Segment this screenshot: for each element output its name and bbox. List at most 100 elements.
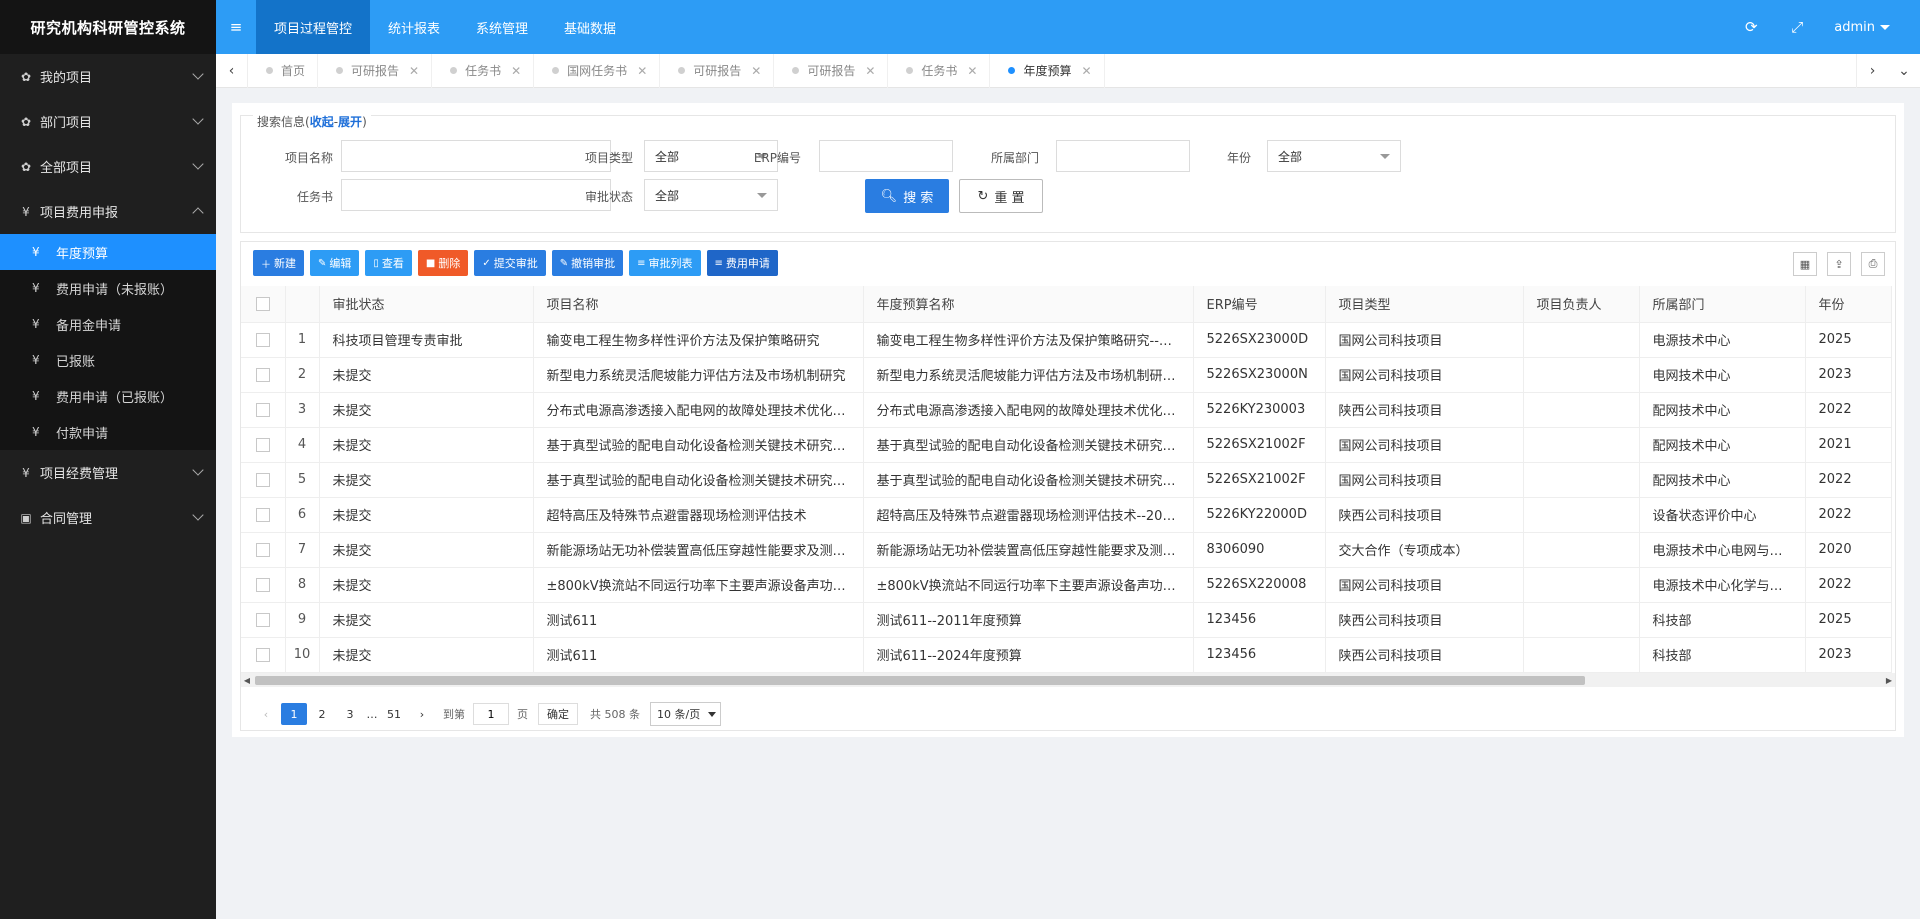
table-row[interactable]: 9 未提交 测试611 测试611--2011年度预算 123456 陕西公司科技项目 科技… [241, 602, 1892, 638]
sidebar-item-expense-reimbursed[interactable]: ¥ 费用申请（已报账） [0, 378, 216, 414]
tab-feasibility-report-2[interactable]: 可研报告 ✕ [660, 53, 775, 88]
new-button[interactable]: ＋新建 [253, 250, 304, 276]
scrollbar-thumb[interactable] [255, 676, 1585, 685]
dept-input[interactable] [1056, 140, 1190, 172]
checkbox[interactable] [255, 296, 270, 311]
revoke-approval-button[interactable]: ✎ 撤销审批 [551, 250, 624, 276]
reset-button[interactable]: ↻ 重 置 [959, 179, 1043, 213]
tab-task-book-2[interactable]: 任务书 ✕ [888, 53, 991, 88]
table-row[interactable]: 7 未提交 新能源场站无功补偿装置高低压穿越性能要求及测试技术研究 新能源场站无功补偿… [241, 532, 1892, 568]
sidebar-item-my-projects[interactable]: ✿ 我的项目 [0, 54, 216, 99]
approval-list-button[interactable]: ≡ 审批列表 [629, 250, 701, 276]
row-checkbox-cell[interactable] [241, 602, 286, 638]
scroll-right-icon[interactable]: ▶ [1883, 673, 1895, 687]
close-icon[interactable]: ✕ [1082, 64, 1092, 78]
table-row[interactable]: 4 未提交 基于真型试验的配电自动化设备检测关键技术研究及应用 基于真型试验的配电自动… [241, 427, 1892, 463]
row-checkbox[interactable] [255, 577, 270, 592]
header-year[interactable]: 年份 [1805, 286, 1892, 323]
close-icon[interactable]: ✕ [511, 64, 521, 78]
row-checkbox[interactable] [255, 542, 270, 557]
header-erp[interactable]: ERP编号 [1193, 286, 1326, 323]
top-nav-system[interactable]: 系统管理 [458, 0, 546, 54]
table-row[interactable]: 3 未提交 分布式电源高渗透接入配电网的故障处理技术优化研究 分布式电源高渗透接入配电… [241, 392, 1892, 428]
header-project-type[interactable]: 项目类型 [1325, 286, 1524, 323]
row-checkbox[interactable] [255, 472, 270, 487]
header-project-lead[interactable]: 项目负责人 [1523, 286, 1640, 323]
row-checkbox-cell[interactable] [241, 357, 286, 393]
row-checkbox-cell[interactable] [241, 392, 286, 428]
table-row[interactable]: 10 未提交 测试611 测试611--2024年度预算 123456 陕西公司科技项目 科… [241, 637, 1892, 673]
table-row[interactable]: 5 未提交 基于真型试验的配电自动化设备检测关键技术研究及应用 基于真型试验的配电自动… [241, 462, 1892, 498]
row-checkbox[interactable] [255, 647, 270, 662]
sidebar-item-reimbursed[interactable]: ¥ 已报账 [0, 342, 216, 378]
print-icon[interactable]: ⎙ [1861, 252, 1885, 276]
top-nav-basic-data[interactable]: 基础数据 [546, 0, 634, 54]
sidebar-item-dept-projects[interactable]: ✿ 部门项目 [0, 99, 216, 144]
sidebar-item-annual-budget[interactable]: ¥ 年度预算 [0, 234, 216, 270]
row-checkbox-cell[interactable] [241, 462, 286, 498]
sidebar-item-payment[interactable]: ¥ 付款申请 [0, 414, 216, 450]
goto-confirm-button[interactable]: 确定 [538, 703, 578, 725]
year-select[interactable]: 全部 [1267, 140, 1401, 172]
search-button[interactable]: 🔍︎ 搜 索 [865, 179, 949, 213]
tab-scroll-left-icon[interactable]: ‹ [216, 53, 248, 88]
row-checkbox-cell[interactable] [241, 497, 286, 533]
expense-apply-button[interactable]: ≡ 费用申请 [706, 250, 778, 276]
submit-approval-button[interactable]: ✓ 提交审批 [474, 250, 546, 276]
sidebar-item-expense-unreimbursed[interactable]: ¥ 费用申请（未报账） [0, 270, 216, 306]
row-checkbox[interactable] [255, 332, 270, 347]
row-checkbox-cell[interactable] [241, 322, 286, 358]
sidebar-item-all-projects[interactable]: ✿ 全部项目 [0, 144, 216, 189]
row-checkbox[interactable] [255, 507, 270, 522]
close-icon[interactable]: ✕ [967, 64, 977, 78]
expand-link[interactable]: 展开 [338, 115, 362, 129]
page-1[interactable]: 1 [281, 703, 307, 725]
page-size-select[interactable]: 10 条/页 [650, 702, 722, 726]
edit-button[interactable]: ✎ 编辑 [310, 250, 360, 276]
scroll-left-icon[interactable]: ◀ [241, 673, 253, 687]
tab-feasibility-report[interactable]: 可研报告 ✕ [318, 53, 433, 88]
export-icon[interactable]: ⇪ [1827, 252, 1851, 276]
tab-home[interactable]: 首页 [248, 53, 319, 88]
row-checkbox-cell[interactable] [241, 532, 286, 568]
view-button[interactable]: ▯ 查看 [365, 250, 412, 276]
erp-input[interactable] [819, 140, 953, 172]
next-page-icon[interactable]: › [409, 703, 435, 725]
sidebar-item-petty-cash[interactable]: ¥ 备用金申请 [0, 306, 216, 342]
row-checkbox-cell[interactable] [241, 637, 286, 673]
header-approval-status[interactable]: 审批状态 [319, 286, 534, 323]
fullscreen-icon[interactable]: ⤢ [1774, 18, 1820, 36]
page-2[interactable]: 2 [309, 703, 335, 725]
close-icon[interactable]: ✕ [751, 64, 761, 78]
row-checkbox[interactable] [255, 367, 270, 382]
page-3[interactable]: 3 [337, 703, 363, 725]
header-department[interactable]: 所属部门 [1639, 286, 1806, 323]
sidebar-item-contracts[interactable]: ▣ 合同管理 [0, 495, 216, 540]
select-all-checkbox[interactable] [241, 286, 286, 323]
menu-toggle-icon[interactable]: ≡ [216, 0, 256, 54]
table-row[interactable]: 8 未提交 ±800kV换流站不同运行功率下主要声源设备声功率级研究 ±800kV换流… [241, 567, 1892, 603]
goto-page-input[interactable] [473, 703, 509, 725]
row-checkbox[interactable] [255, 612, 270, 627]
top-nav-process-control[interactable]: 项目过程管控 [256, 0, 371, 54]
table-row[interactable]: 2 未提交 新型电力系统灵活爬坡能力评估方法及市场机制研究 新型电力系统灵活爬坡能力评… [241, 357, 1892, 393]
row-checkbox[interactable] [255, 402, 270, 417]
approval-status-select[interactable]: 全部 [644, 179, 778, 211]
row-checkbox[interactable] [255, 437, 270, 452]
close-icon[interactable]: ✕ [409, 64, 419, 78]
user-menu[interactable]: admin [1820, 20, 1920, 35]
page-51[interactable]: 51 [381, 703, 407, 725]
row-checkbox-cell[interactable] [241, 567, 286, 603]
sidebar-item-fund-management[interactable]: ¥ 项目经费管理 [0, 450, 216, 495]
prev-page-icon[interactable]: ‹ [253, 703, 279, 725]
tab-scroll-right-icon[interactable]: › [1856, 53, 1888, 88]
tab-task-book[interactable]: 任务书 ✕ [432, 53, 535, 88]
row-checkbox-cell[interactable] [241, 427, 286, 463]
table-row[interactable]: 6 未提交 超特高压及特殊节点避雷器现场检测评估技术 超特高压及特殊节点避雷器现场检测… [241, 497, 1892, 533]
top-nav-reports[interactable]: 统计报表 [370, 0, 458, 54]
tab-feasibility-report-3[interactable]: 可研报告 ✕ [774, 53, 889, 88]
header-project-name[interactable]: 项目名称 [533, 286, 864, 323]
columns-icon[interactable]: ▦ [1793, 252, 1817, 276]
tab-sgcc-task-book[interactable]: 国网任务书 ✕ [534, 53, 661, 88]
refresh-icon[interactable]: ⟳ [1728, 18, 1774, 36]
